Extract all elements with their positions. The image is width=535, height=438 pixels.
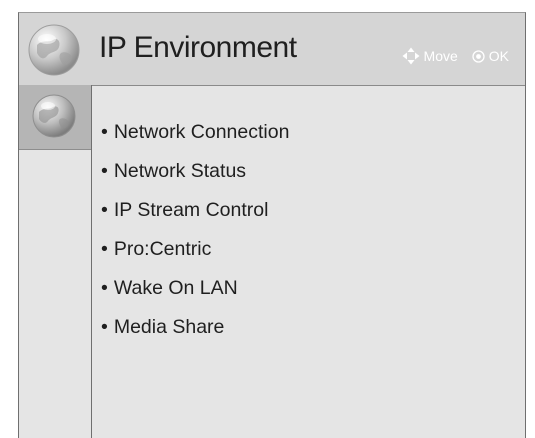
bullet: • bbox=[101, 238, 108, 260]
menu-item-label: Pro:Centric bbox=[113, 238, 212, 260]
bullet: • bbox=[101, 316, 108, 338]
menu-item-label: IP Stream Control bbox=[113, 199, 269, 221]
ok-hint: OK bbox=[472, 48, 509, 64]
bullet: • bbox=[101, 160, 108, 182]
globe-icon bbox=[28, 24, 80, 76]
ok-hint-label: OK bbox=[488, 48, 509, 64]
ip-environment-panel: IP Environment Move OK • Network Connect… bbox=[18, 12, 526, 438]
key-hints: Move OK bbox=[402, 47, 509, 65]
ok-circle-icon bbox=[472, 49, 485, 63]
menu-item-pro-centric[interactable]: • Pro:Centric bbox=[101, 236, 289, 275]
menu-item-wake-on-lan[interactable]: • Wake On LAN bbox=[101, 275, 289, 314]
sidebar-divider bbox=[91, 85, 92, 438]
menu-item-ip-stream-control[interactable]: • IP Stream Control bbox=[101, 197, 289, 236]
page-title: IP Environment bbox=[99, 31, 297, 64]
bullet: • bbox=[101, 121, 108, 143]
menu-item-label: Network Status bbox=[113, 160, 247, 182]
panel-header: IP Environment Move OK bbox=[19, 13, 525, 86]
menu-item-label: Network Connection bbox=[113, 121, 290, 143]
menu-item-label: Wake On LAN bbox=[113, 277, 238, 299]
menu-item-network-connection[interactable]: • Network Connection bbox=[101, 119, 289, 158]
menu-item-media-share[interactable]: • Media Share bbox=[101, 314, 289, 353]
ip-environment-menu: • Network Connection • Network Status • IP … bbox=[101, 119, 289, 353]
bullet: • bbox=[101, 199, 108, 221]
menu-item-network-status[interactable]: • Network Status bbox=[101, 158, 289, 197]
sidebar-item-ip-environment[interactable] bbox=[19, 85, 91, 150]
four-way-arrows-icon bbox=[402, 47, 420, 65]
move-hint: Move bbox=[402, 47, 458, 65]
bullet: • bbox=[101, 277, 108, 299]
move-hint-label: Move bbox=[423, 48, 458, 64]
menu-item-label: Media Share bbox=[113, 316, 225, 338]
globe-icon bbox=[32, 94, 76, 138]
